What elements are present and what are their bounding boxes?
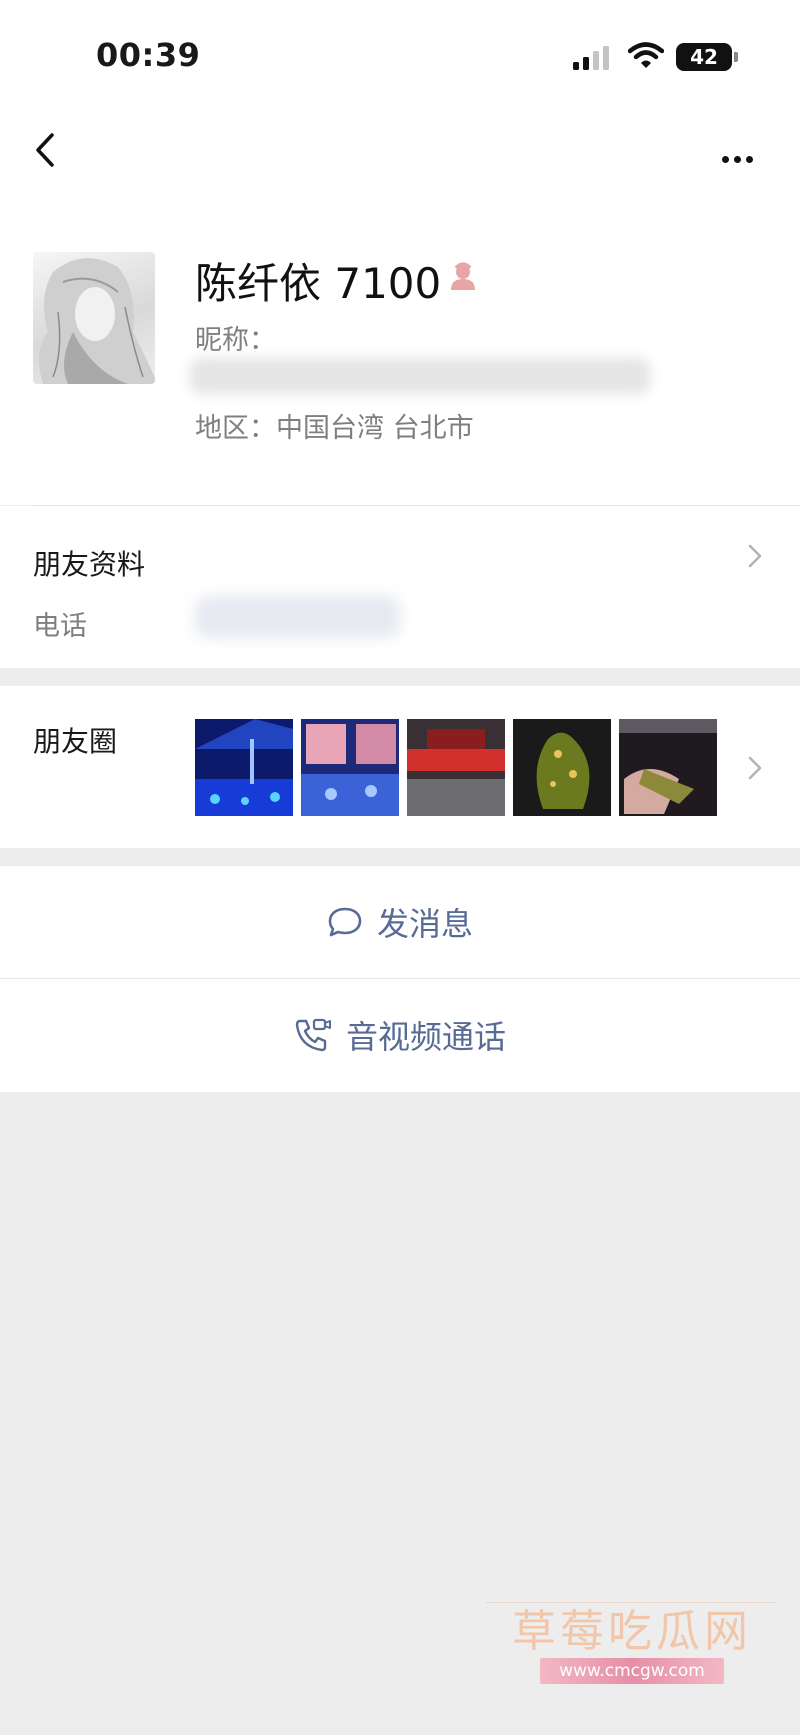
back-icon[interactable] <box>30 130 60 170</box>
battery-icon: 42 <box>676 43 732 71</box>
moments-thumbnail <box>513 719 611 816</box>
avatar-illustration <box>39 258 155 384</box>
video-call-label: 音视频通话 <box>345 1018 506 1056</box>
profile-header: 00:39 42 陈纤依 7100 昵称： 地区：中国台湾 台北市 <box>0 0 800 506</box>
send-message-label: 发消息 <box>376 905 473 943</box>
watermark-text: 草莓吃瓜网 <box>512 1606 752 1657</box>
phone-video-icon <box>295 1018 331 1052</box>
moments-thumbnail <box>301 719 399 816</box>
profile-name: 陈纤依 7100 <box>195 259 442 308</box>
moments-thumbnail <box>407 719 505 816</box>
female-gender-icon <box>451 262 475 290</box>
status-time: 00:39 <box>96 36 201 74</box>
wifi-icon <box>628 42 664 68</box>
watermark-url: www.cmcgw.com <box>540 1658 724 1684</box>
friend-info-row[interactable]: 朋友资料 电话 <box>0 506 800 668</box>
redacted-id <box>190 358 650 394</box>
avatar[interactable] <box>33 252 155 384</box>
phone-label: 电话 <box>33 611 87 642</box>
moments-row[interactable]: 朋友圈 <box>0 686 800 848</box>
signal-icon <box>573 46 609 70</box>
region-label: 地区：中国台湾 台北市 <box>195 413 474 444</box>
nickname-label: 昵称： <box>195 325 276 356</box>
moments-label: 朋友圈 <box>33 725 118 758</box>
friend-info-label: 朋友资料 <box>33 548 146 581</box>
chevron-right-icon <box>748 756 762 780</box>
video-call-button[interactable]: 音视频通话 <box>0 979 800 1091</box>
redacted-phone <box>195 596 400 638</box>
more-options-icon[interactable] <box>722 148 758 167</box>
battery-tip <box>734 52 738 62</box>
chevron-right-icon <box>748 544 762 568</box>
moments-thumbnail <box>619 719 717 816</box>
send-message-button[interactable]: 发消息 <box>0 866 800 978</box>
actions-group: 发消息 音视频通话 <box>0 866 800 1092</box>
chat-bubble-icon <box>328 907 362 937</box>
moments-thumbnail <box>195 719 293 816</box>
